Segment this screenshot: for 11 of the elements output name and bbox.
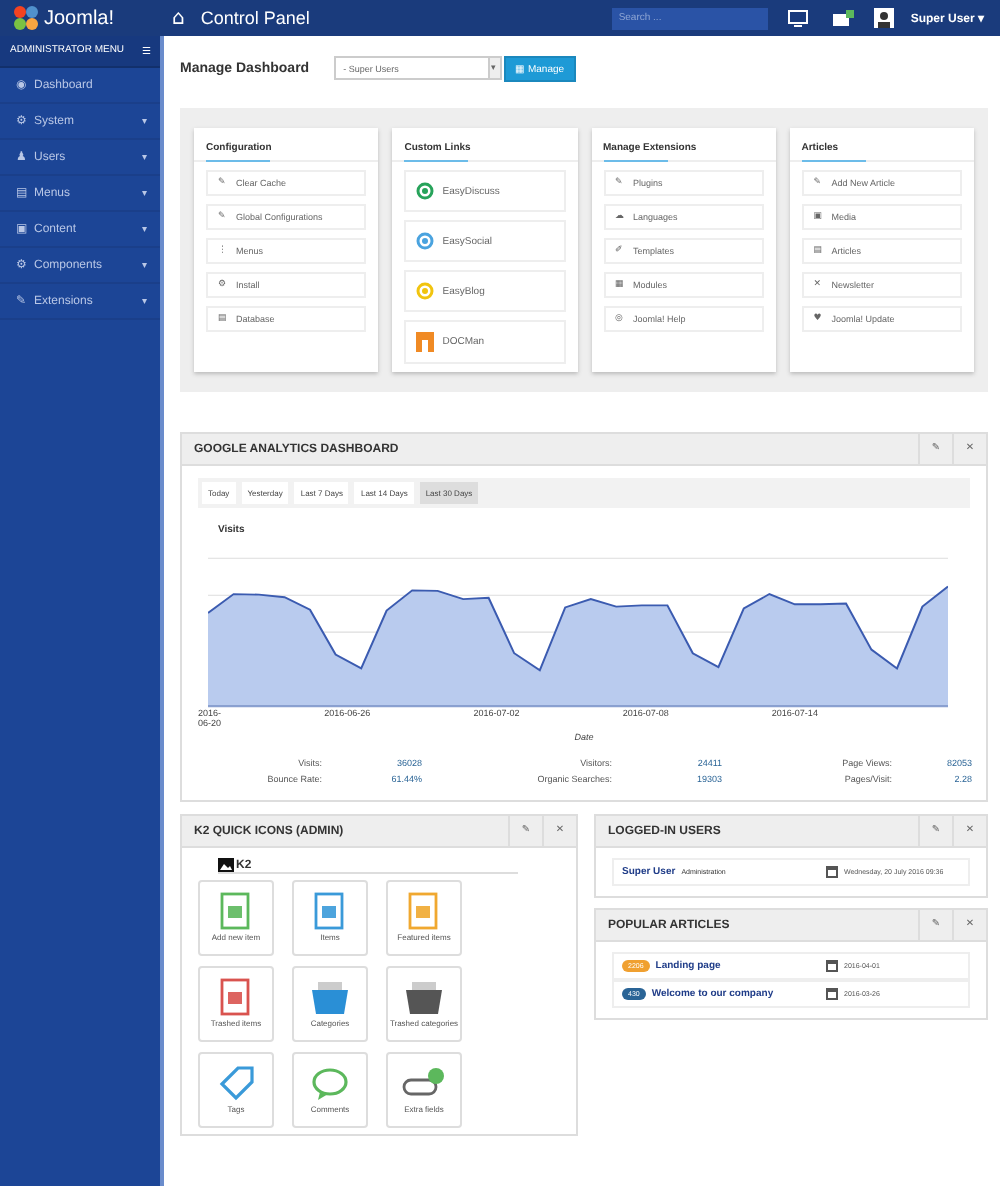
image-icon [218, 858, 234, 872]
monitor-icon[interactable] [788, 9, 809, 27]
mail-icon[interactable] [832, 9, 855, 27]
avatar-icon [874, 8, 895, 28]
calendar-icon [826, 988, 838, 1000]
calendar-icon [826, 866, 838, 878]
home-icon: ⌂ [172, 7, 185, 29]
logo-icon [12, 4, 40, 32]
calendar-icon [826, 960, 838, 972]
brand-name: Joomla! [44, 7, 115, 29]
page-title: Control Panel [200, 8, 312, 28]
